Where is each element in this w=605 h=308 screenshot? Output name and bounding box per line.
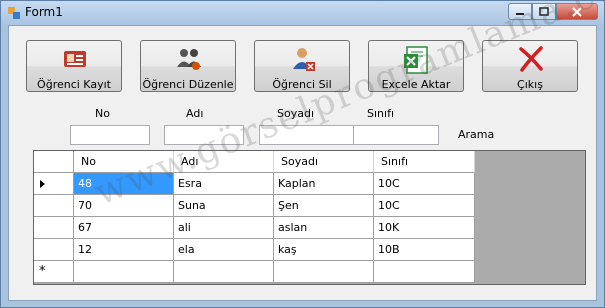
ogrenci-duzenle-button[interactable]: Öğrenci Düzenle [140,40,236,92]
maximize-icon [539,7,549,16]
column-header-sinifi[interactable]: Sınıfı [374,151,475,173]
row-header[interactable] [34,195,74,217]
id-card-icon [64,51,86,67]
ogrenci-kayit-button[interactable]: Öğrenci Kayıt [26,40,122,92]
cell-adi[interactable]: Esra [174,173,274,195]
new-cell-no[interactable] [74,261,174,283]
window-title: Form1 [25,5,63,19]
maximize-button[interactable] [532,3,556,20]
ogrenci-duzenle-label: Öğrenci Düzenle [142,78,234,91]
header-corner [34,151,74,173]
cell-adi[interactable]: ela [174,239,274,261]
students-data-grid[interactable]: No Adı Soyadı Sınıfı 48 Esra Kaplan 10C … [33,150,586,285]
row-header-new[interactable]: * [34,261,74,283]
new-cell-sinifi[interactable] [374,261,475,283]
cell-sinifi[interactable]: 10B [374,239,475,261]
excele-aktar-button[interactable]: Excele Aktar [368,40,464,92]
cikis-label: Çıkış [517,78,543,91]
cell-sinifi[interactable]: 10C [374,195,475,217]
row-header-current[interactable] [34,173,74,195]
minimize-icon [516,12,524,15]
close-button[interactable] [556,3,598,20]
cell-no[interactable]: 70 [74,195,174,217]
ogrenci-kayit-label: Öğrenci Kayıt [37,78,111,91]
cell-sinifi[interactable]: 10K [374,217,475,239]
cell-no[interactable]: 12 [74,239,174,261]
cell-soyadi[interactable]: aslan [274,217,374,239]
application-window: Form1 Öğrenci Kayıt Öğrenci Düzenle Öğre… [0,0,605,308]
sinifi-label: Sınıfı [367,107,394,120]
adi-filter-input[interactable] [164,125,244,145]
current-row-arrow-icon [40,180,45,188]
sinifi-filter-input[interactable] [353,125,439,145]
adi-label: Adı [186,107,204,120]
cell-sinifi[interactable]: 10C [374,173,475,195]
app-icon [8,7,20,19]
cikis-button[interactable]: Çıkış [482,40,578,92]
soyadi-label: Soyadı [277,107,315,120]
ogrenci-sil-button[interactable]: Öğrenci Sil [254,40,350,92]
new-cell-soyadi[interactable] [274,261,374,283]
close-icon [572,6,582,17]
new-cell-adi[interactable] [174,261,274,283]
cell-no[interactable]: 67 [74,217,174,239]
cell-soyadi[interactable]: Kaplan [274,173,374,195]
cell-soyadi[interactable]: Şen [274,195,374,217]
minimize-button[interactable] [508,3,532,20]
column-header-adi[interactable]: Adı [174,151,274,173]
cell-soyadi[interactable]: kaş [274,239,374,261]
no-label: No [95,107,110,120]
user-delete-icon [293,48,315,71]
red-x-icon [519,46,543,72]
no-filter-input[interactable] [70,125,150,145]
title-bar[interactable]: Form1 [1,1,604,25]
form-client-area: Öğrenci Kayıt Öğrenci Düzenle Öğrenci Si… [8,0,605,301]
excele-aktar-label: Excele Aktar [381,78,451,91]
row-header[interactable] [34,239,74,261]
excel-icon [404,46,428,74]
cell-no[interactable]: 48 [74,173,174,195]
column-header-soyadi[interactable]: Soyadı [274,151,374,173]
new-row-marker: * [39,264,46,279]
cell-adi[interactable]: Suna [174,195,274,217]
users-edit-icon [177,49,201,70]
cell-adi[interactable]: ali [174,217,274,239]
ogrenci-sil-label: Öğrenci Sil [272,78,332,91]
row-header[interactable] [34,217,74,239]
column-header-no[interactable]: No [74,151,174,173]
arama-label: Arama [458,128,495,141]
